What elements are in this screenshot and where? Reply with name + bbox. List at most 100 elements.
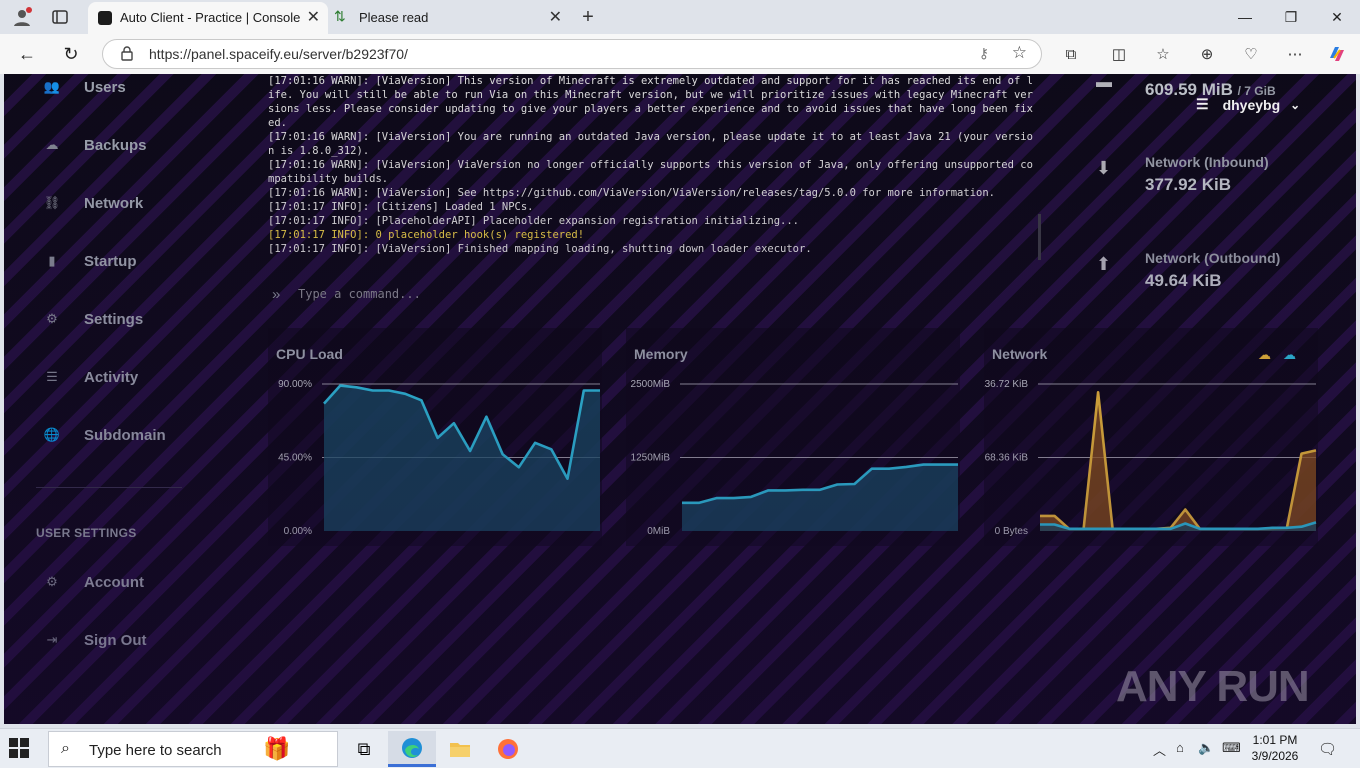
series-line xyxy=(1040,391,1317,531)
cpu-chart: 90.00% 45.00% 0.00% xyxy=(278,379,600,537)
copilot-icon[interactable] xyxy=(1326,43,1348,65)
watermark-text: ANY RUN xyxy=(1116,662,1310,711)
server-stack-icon: ☰ xyxy=(1196,96,1209,112)
sidebar-item-label: Users xyxy=(84,78,126,96)
gears-icon: ⚙ xyxy=(46,574,58,589)
browser-tab-bar: Auto Client - Practice | Console ✕ ⇅ Ple… xyxy=(0,0,1360,34)
network-tray-icon[interactable]: ⌂ xyxy=(1176,740,1184,755)
search-icon: ⌕ xyxy=(61,740,70,757)
sidebar-item-account[interactable]: ⚙ Account xyxy=(42,567,222,597)
taskbar: ⌕ Type here to search 🎁 ⧉ ︿ ⌂ 🔈 ⌨ 1:01 P… xyxy=(0,728,1360,768)
console-line: [17:01:17 INFO]: 0 placeholder hook(s) r… xyxy=(268,229,585,241)
sidebar-item-label: Sign Out xyxy=(84,631,147,649)
clock-date: 3/9/2026 xyxy=(1251,749,1299,763)
sidebar-item-label: Settings xyxy=(84,310,144,328)
sidebar-item-backups[interactable]: ☁ Backups xyxy=(42,130,222,160)
close-window-icon[interactable]: ✕ xyxy=(1314,4,1360,30)
sidebar-item-network[interactable]: ⛓ Network xyxy=(42,188,222,218)
ime-icon[interactable]: ⌨ xyxy=(1222,740,1241,756)
collections-icon[interactable]: ⊕ xyxy=(1196,43,1218,65)
chart-icon: ▮ xyxy=(48,253,56,268)
list-icon: ☰ xyxy=(46,369,58,384)
profile-icon[interactable] xyxy=(10,6,34,28)
clock[interactable]: 1:01 PM 3/9/2026 xyxy=(1244,732,1306,764)
restore-icon[interactable]: ❐ xyxy=(1268,4,1314,30)
chevron-up-icon[interactable]: ︿ xyxy=(1153,740,1166,759)
tab-please-read[interactable]: ⇅ Please read ✕ xyxy=(330,2,570,34)
tab-console[interactable]: Auto Client - Practice | Console ✕ xyxy=(88,2,328,34)
memory-graph-card: Memory 2500MiB 1250MiB 0MiB xyxy=(626,328,960,546)
stat-label: Network (Inbound) xyxy=(1145,154,1269,170)
cloud-upload-icon: ⬆ xyxy=(1096,254,1112,274)
edge-taskbar-icon[interactable] xyxy=(388,731,436,767)
console-line: [17:01:17 INFO]: [Citizens] Loaded 1 NPC… xyxy=(268,201,534,213)
cpu-graph-card: CPU Load 90.00% 45.00% 0.00% xyxy=(268,328,602,546)
refresh-icon[interactable]: ↻ xyxy=(58,42,84,66)
sidebar-item-settings[interactable]: ⚙ Settings xyxy=(42,304,222,334)
taskbar-search[interactable]: ⌕ Type here to search 🎁 xyxy=(48,731,338,767)
user-settings-heading: USER SETTINGS xyxy=(36,526,137,540)
tab-actions-icon[interactable] xyxy=(48,6,72,28)
sidebar-item-users[interactable]: 👥 Users xyxy=(42,74,222,102)
address-bar-row: ← ↻ https://panel.spaceify.eu/server/b29… xyxy=(0,34,1360,74)
console-output[interactable]: [17:01:16 WARN]: [ViaVersion] This versi… xyxy=(268,74,1038,258)
close-tab-icon[interactable]: ✕ xyxy=(549,10,562,26)
stat-label: Network (Outbound) xyxy=(1145,250,1281,266)
extensions-icon[interactable]: ⧉ xyxy=(1060,43,1082,65)
gears-icon: ⚙ xyxy=(46,311,58,326)
stat-value: 377.92 KiB xyxy=(1145,175,1231,194)
key-icon[interactable]: ⚷ xyxy=(979,45,989,62)
sidebar-item-startup[interactable]: ▮ Startup xyxy=(42,246,222,276)
command-row: » xyxy=(272,282,1032,306)
task-view-icon[interactable]: ⧉ xyxy=(340,731,388,767)
windows-start-icon[interactable] xyxy=(8,737,36,761)
user-menu[interactable]: ☰ dhyeybg ⌄ xyxy=(1196,96,1300,113)
clock-time: 1:01 PM xyxy=(1252,733,1298,747)
chevron-right-icon: » xyxy=(272,285,281,303)
back-icon[interactable]: ← xyxy=(14,42,40,66)
console-line: [17:01:17 WARN]: [ViaVersion] There is a… xyxy=(268,256,1038,258)
anyrun-watermark: ANY RUN xyxy=(1116,654,1336,714)
sidebar-item-label: Subdomain xyxy=(84,426,166,444)
sidebar-item-sign-out[interactable]: ⇥ Sign Out xyxy=(42,625,222,655)
new-tab-icon[interactable]: + xyxy=(576,6,600,28)
command-input[interactable] xyxy=(298,287,998,301)
console-line: [17:01:16 WARN]: [ViaVersion] ViaVersion… xyxy=(268,159,1033,185)
sidebar-item-label: Network xyxy=(84,194,144,212)
sign-out-icon: ⇥ xyxy=(46,632,58,647)
close-tab-icon[interactable]: ✕ xyxy=(307,10,320,26)
volume-icon[interactable]: 🔈 xyxy=(1198,740,1214,756)
series-area xyxy=(324,385,600,531)
address-bar[interactable]: https://panel.spaceify.eu/server/b2923f7… xyxy=(102,39,1042,69)
sidebar-item-label: Activity xyxy=(84,368,139,386)
split-screen-icon[interactable]: ◫ xyxy=(1108,43,1130,65)
sidebar-item-activity[interactable]: ☰ Activity xyxy=(42,362,222,392)
network-graph-card: Network ☁ ☁ 136.72 KiB68.36 KiB0 Bytes xyxy=(984,328,1318,546)
more-menu-icon[interactable]: ⋯ xyxy=(1284,43,1306,65)
cloud-icon: ☁ xyxy=(45,137,59,152)
sort-arrows-icon: ⇅ xyxy=(334,8,346,24)
file-explorer-icon[interactable] xyxy=(436,731,484,767)
notifications-icon[interactable]: 🗨 xyxy=(1318,740,1337,758)
minimize-icon[interactable]: — xyxy=(1222,4,1268,30)
console-line: [17:01:16 WARN]: [ViaVersion] This versi… xyxy=(268,75,1033,129)
favorite-star-icon[interactable]: ☆ xyxy=(1012,43,1027,63)
memory-chart: 2500MiB 1250MiB 0MiB xyxy=(631,379,958,537)
y-tick-label: 0MiB xyxy=(647,526,670,537)
username: dhyeybg xyxy=(1222,96,1281,113)
sidebar-item-label: Account xyxy=(84,573,144,591)
browser-essentials-icon[interactable]: ♡ xyxy=(1240,43,1262,65)
lock-icon[interactable] xyxy=(121,46,133,66)
network-chart: 136.72 KiB 68.36 KiB 0 Bytes xyxy=(984,379,1317,537)
globe-icon: 🌐 xyxy=(43,427,61,442)
network-outbound-stat: ⬆ Network (Outbound) 49.64 KiB xyxy=(1092,250,1312,310)
sidebar-item-subdomain[interactable]: 🌐 Subdomain xyxy=(42,420,222,450)
firefox-icon[interactable] xyxy=(484,731,532,767)
console-line: [17:01:17 INFO]: [PlaceholderAPI] Placeh… xyxy=(268,215,800,227)
favorites-icon[interactable]: ☆ xyxy=(1152,43,1174,65)
y-tick-label: 0.00% xyxy=(284,526,312,537)
gift-icon: 🎁 xyxy=(263,736,291,761)
network-inbound-stat: ⬇ Network (Inbound) 377.92 KiB xyxy=(1092,154,1312,214)
console-scrollbar[interactable] xyxy=(1038,214,1041,260)
sidebar-item-label: Backups xyxy=(84,136,147,154)
